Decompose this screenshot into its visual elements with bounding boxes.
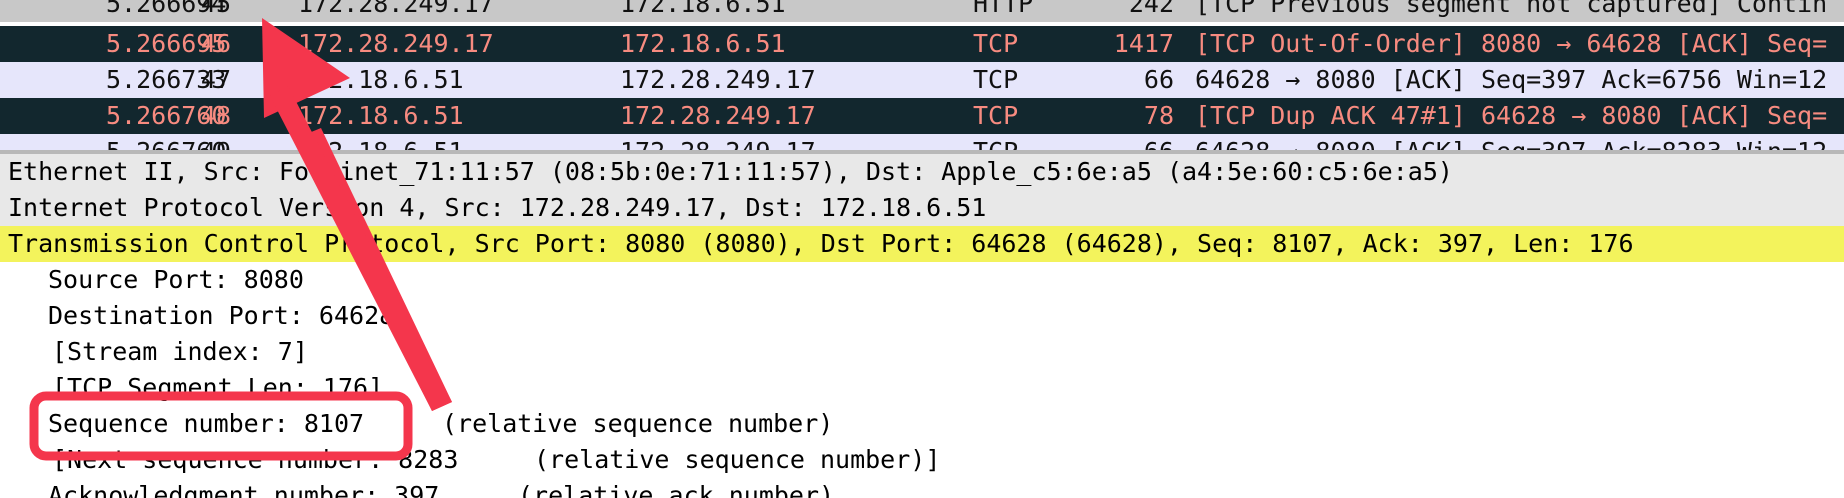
detail-tcp-selected[interactable]: Transmission Control Protocol, Src Port:…	[0, 226, 1844, 262]
detail-sequence-note: (relative sequence number)	[442, 409, 834, 438]
packet-time: 5.266733	[106, 65, 227, 94]
packet-time: 5.266694	[106, 0, 227, 18]
packet-list[interactable]: 45 5.266694 172.28.249.17 172.18.6.51 HT…	[0, 0, 1844, 152]
packet-details-pane[interactable]: Ethernet II, Src: Fortinet_71:11:57 (08:…	[0, 154, 1844, 498]
packet-protocol: TCP	[973, 29, 1019, 58]
detail-tcp-text: Transmission Control Protocol, Src Port:…	[8, 229, 1634, 258]
packet-source: 172.18.6.51	[298, 101, 464, 130]
packet-length: 78	[1143, 101, 1174, 130]
packet-protocol: TCP	[973, 101, 1019, 130]
packet-info: 64628 → 8080 [ACK] Seq=397 Ack=6756 Win=…	[1195, 65, 1828, 94]
detail-segment-len[interactable]: [TCP Segment Len: 176]	[0, 370, 1844, 406]
detail-sequence-number-text: Sequence number: 8107	[48, 409, 365, 438]
detail-ip-text: Internet Protocol Version 4, Src: 172.28…	[8, 193, 987, 222]
packet-destination: 172.28.249.17	[620, 65, 816, 94]
packet-row-45[interactable]: 45 5.266694 172.28.249.17 172.18.6.51 HT…	[0, 0, 1844, 22]
detail-source-port[interactable]: Source Port: 8080	[0, 262, 1844, 298]
detail-destination-port-text: Destination Port: 64628	[48, 301, 395, 330]
detail-segment-len-text: [TCP Segment Len: 176]	[52, 373, 384, 402]
detail-stream-index-text: [Stream index: 7]	[52, 337, 308, 366]
detail-ack-note: (relative ack number)	[518, 481, 835, 498]
packet-source: 172.28.249.17	[298, 0, 494, 18]
packet-time: 5.266760	[106, 101, 227, 130]
packet-row-47[interactable]: 47 5.266733 172.18.6.51 172.28.249.17 TC…	[0, 62, 1844, 98]
detail-destination-port[interactable]: Destination Port: 64628	[0, 298, 1844, 334]
packet-info: [TCP Out-Of-Order] 8080 → 64628 [ACK] Se…	[1195, 29, 1828, 58]
packet-length: 242	[1128, 0, 1174, 18]
detail-ip[interactable]: Internet Protocol Version 4, Src: 172.28…	[0, 190, 1844, 226]
packet-length: 1417	[1113, 29, 1174, 58]
packet-destination: 172.18.6.51	[620, 29, 786, 58]
packet-protocol: HTTP	[973, 0, 1034, 18]
detail-next-sequence-note: (relative sequence number)]	[534, 445, 941, 474]
packet-info: [TCP Dup ACK 47#1] 64628 → 8080 [ACK] Se…	[1195, 101, 1828, 130]
detail-ethernet[interactable]: Ethernet II, Src: Fortinet_71:11:57 (08:…	[0, 154, 1844, 190]
packet-destination: 172.28.249.17	[620, 101, 816, 130]
detail-source-port-text: Source Port: 8080	[48, 265, 304, 294]
packet-source: 172.28.249.17	[298, 29, 494, 58]
packet-protocol: TCP	[973, 65, 1019, 94]
packet-source: 172.18.6.51	[298, 65, 464, 94]
detail-stream-index[interactable]: [Stream index: 7]	[0, 334, 1844, 370]
detail-sequence-number[interactable]: Sequence number: 8107 (relative sequence…	[0, 406, 1844, 442]
detail-ack-number-text: Acknowledgment number: 397	[48, 481, 440, 498]
detail-next-sequence-text: [Next sequence number: 8283	[52, 445, 459, 474]
packet-row-48[interactable]: 48 5.266760 172.18.6.51 172.28.249.17 TC…	[0, 98, 1844, 134]
packet-row-46[interactable]: 46 5.266695 172.28.249.17 172.18.6.51 TC…	[0, 26, 1844, 62]
packet-time: 5.266695	[106, 29, 227, 58]
packet-length: 66	[1143, 65, 1174, 94]
packet-destination: 172.18.6.51	[620, 0, 786, 18]
detail-ethernet-text: Ethernet II, Src: Fortinet_71:11:57 (08:…	[8, 157, 1453, 186]
detail-ack-number[interactable]: Acknowledgment number: 397 (relative ack…	[0, 478, 1844, 498]
packet-info: [TCP Previous segment not captured] Cont…	[1195, 0, 1828, 18]
detail-next-sequence[interactable]: [Next sequence number: 8283 (relative se…	[0, 442, 1844, 478]
